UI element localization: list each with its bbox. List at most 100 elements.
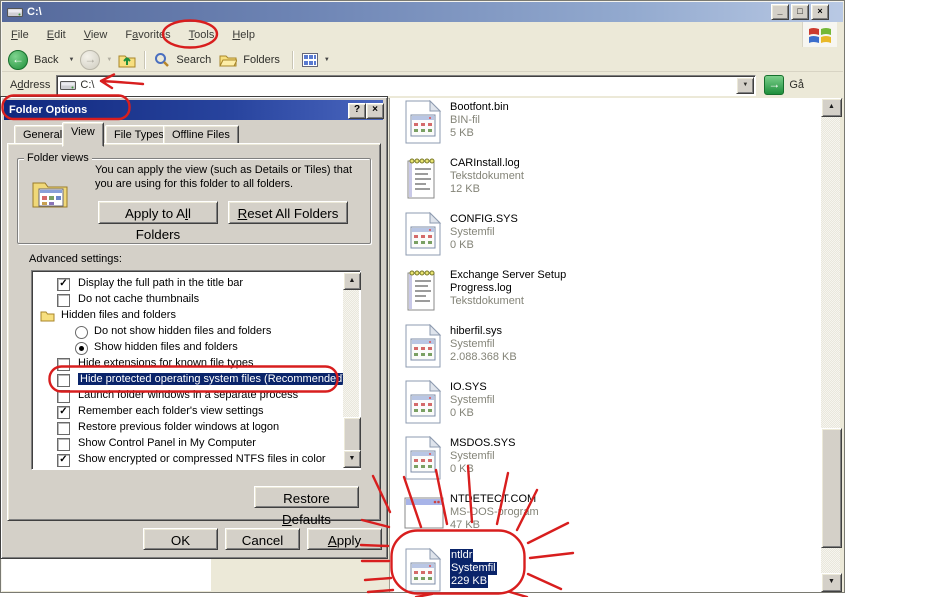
file-meta: 0 KB bbox=[450, 463, 515, 476]
apply-button[interactable]: Apply bbox=[307, 528, 382, 550]
back-dropdown-icon[interactable]: ▼ bbox=[68, 57, 74, 63]
scroll-down-icon[interactable]: ▼ bbox=[343, 450, 361, 468]
file-item-exchange-server-setup-progress-log[interactable]: Exchange Server Setup Progress.logTekstd… bbox=[390, 268, 810, 322]
advanced-item-label: Do not show hidden files and folders bbox=[94, 325, 271, 337]
advanced-item-display-the-full-path-in-the-title-bar[interactable]: ✓Display the full path in the title bar bbox=[33, 276, 343, 292]
cancel-button[interactable]: Cancel bbox=[225, 528, 300, 550]
checkbox-checked-icon[interactable]: ✓ bbox=[57, 406, 70, 419]
scroll-down-icon[interactable]: ▼ bbox=[821, 573, 842, 592]
scrollbar-vertical[interactable]: ▲ ▼ bbox=[821, 98, 840, 592]
advanced-item-hidden-files-and-folders[interactable]: Hidden files and folders bbox=[33, 308, 343, 324]
advanced-settings-items: ✓Display the full path in the title barD… bbox=[33, 272, 343, 468]
file-item-carinstall-log[interactable]: CARInstall.logTekstdokument12 KB bbox=[390, 156, 810, 210]
maximize-icon[interactable]: □ bbox=[791, 4, 809, 20]
checkbox-icon[interactable] bbox=[57, 358, 70, 371]
checkbox-checked-icon[interactable]: ✓ bbox=[57, 454, 70, 467]
folders-icon[interactable] bbox=[219, 53, 237, 67]
scroll-up-icon[interactable]: ▲ bbox=[821, 98, 842, 117]
checkbox-icon[interactable] bbox=[57, 438, 70, 451]
close-icon[interactable]: × bbox=[366, 103, 384, 119]
file-name: Exchange Server Setup Progress.log bbox=[450, 269, 608, 295]
file-item-bootfont-bin[interactable]: Bootfont.binBIN-fil5 KB bbox=[390, 100, 810, 154]
checkbox-icon[interactable] bbox=[57, 294, 70, 307]
advanced-settings-list: ✓Display the full path in the title barD… bbox=[31, 270, 361, 470]
views-icon[interactable] bbox=[302, 53, 318, 67]
file-name: CONFIG.SYS bbox=[450, 213, 518, 226]
file-name: IO.SYS bbox=[450, 381, 495, 394]
checkbox-checked-icon[interactable]: ✓ bbox=[57, 278, 70, 291]
file-name: ntldr bbox=[450, 549, 497, 562]
advanced-item-label: Do not cache thumbnails bbox=[78, 293, 199, 305]
checkbox-icon[interactable] bbox=[57, 390, 70, 403]
file-item-text: MSDOS.SYSSystemfil0 KB bbox=[450, 437, 515, 476]
file-meta: BIN-fil bbox=[450, 114, 509, 127]
reset-all-folders-button[interactable]: Reset All Folders bbox=[228, 201, 348, 224]
advanced-item-hide-extensions-for-known-file-types[interactable]: Hide extensions for known file types bbox=[33, 356, 343, 372]
file-item-io-sys[interactable]: IO.SYSSystemfil0 KB bbox=[390, 380, 810, 434]
forward-button[interactable]: → bbox=[80, 50, 100, 70]
menu-item-help[interactable]: Help bbox=[223, 26, 264, 44]
advanced-item-remember-each-folder-s-view-settings[interactable]: ✓Remember each folder's view settings bbox=[33, 404, 343, 420]
advanced-item-show-control-panel-in-my-computer[interactable]: Show Control Panel in My Computer bbox=[33, 436, 343, 452]
file-item-ntldr[interactable]: ntldrSystemfil229 KB bbox=[390, 548, 810, 602]
advanced-item-label: Hide protected operating system files (R… bbox=[78, 373, 348, 385]
radio-selected-icon[interactable] bbox=[75, 342, 88, 355]
apply-to-all-folders-button[interactable]: Apply to All Folders bbox=[98, 201, 218, 224]
selection-highlight: Systemfil bbox=[450, 562, 497, 575]
tab-view[interactable]: View bbox=[62, 122, 104, 147]
file-icon-system bbox=[404, 212, 442, 259]
address-bar: Address C:\ ▼ → Gå bbox=[2, 72, 843, 99]
file-item-text: CARInstall.logTekstdokument12 KB bbox=[450, 157, 524, 196]
views-dropdown-icon[interactable]: ▼ bbox=[324, 57, 330, 63]
forward-dropdown-icon[interactable]: ▼ bbox=[106, 57, 112, 63]
file-icon-system bbox=[404, 548, 442, 595]
checkbox-icon[interactable] bbox=[57, 422, 70, 435]
folders-label[interactable]: Folders bbox=[243, 54, 280, 66]
advanced-item-show-encrypted-or-compressed-ntfs-files-[interactable]: ✓Show encrypted or compressed NTFS files… bbox=[33, 452, 343, 468]
checkbox-icon[interactable] bbox=[57, 374, 70, 387]
advanced-item-do-not-cache-thumbnails[interactable]: Do not cache thumbnails bbox=[33, 292, 343, 308]
radio-icon[interactable] bbox=[75, 326, 88, 339]
close-icon[interactable]: × bbox=[811, 4, 829, 20]
list-scrollbar[interactable]: ▲ ▼ bbox=[343, 272, 359, 468]
file-item-config-sys[interactable]: CONFIG.SYSSystemfil0 KB bbox=[390, 212, 810, 266]
file-name: Bootfont.bin bbox=[450, 101, 509, 114]
search-label[interactable]: Search bbox=[176, 54, 211, 66]
file-item-hiberfil-sys[interactable]: hiberfil.sysSystemfil2.088.368 KB bbox=[390, 324, 810, 378]
go-button[interactable]: → bbox=[764, 75, 784, 95]
menu-item-file[interactable]: File bbox=[2, 26, 38, 44]
up-button[interactable] bbox=[118, 52, 136, 68]
back-label[interactable]: Back bbox=[34, 54, 58, 66]
go-label[interactable]: Gå bbox=[789, 79, 804, 91]
file-meta: Systemfil bbox=[450, 562, 497, 575]
file-icon-notepad bbox=[404, 156, 438, 203]
scrollbar-thumb[interactable] bbox=[821, 428, 842, 548]
menu-item-edit[interactable]: Edit bbox=[38, 26, 75, 44]
advanced-item-launch-folder-windows-in-a-separate-proc[interactable]: Launch folder windows in a separate proc… bbox=[33, 388, 343, 404]
scroll-up-icon[interactable]: ▲ bbox=[343, 272, 361, 290]
menu-item-view[interactable]: View bbox=[75, 26, 117, 44]
file-meta: Systemfil bbox=[450, 338, 517, 351]
menu-item-favorites[interactable]: Favorites bbox=[116, 26, 179, 44]
menu-item-tools[interactable]: Tools bbox=[180, 26, 224, 44]
advanced-item-restore-previous-folder-windows-at-logon[interactable]: Restore previous folder windows at logon bbox=[33, 420, 343, 436]
file-item-msdos-sys[interactable]: MSDOS.SYSSystemfil0 KB bbox=[390, 436, 810, 490]
advanced-item-show-hidden-files-and-folders[interactable]: Show hidden files and folders bbox=[33, 340, 343, 356]
ok-button[interactable]: OK bbox=[143, 528, 218, 550]
search-icon[interactable] bbox=[154, 52, 170, 68]
advanced-item-do-not-show-hidden-files-and-folders[interactable]: Do not show hidden files and folders bbox=[33, 324, 343, 340]
back-button[interactable]: ← bbox=[8, 50, 28, 70]
help-icon[interactable]: ? bbox=[348, 103, 366, 119]
restore-defaults-button[interactable]: Restore Defaults bbox=[254, 486, 359, 508]
address-dropdown-icon[interactable]: ▼ bbox=[736, 77, 754, 94]
minimize-icon[interactable]: _ bbox=[771, 4, 789, 20]
file-item-text: Exchange Server Setup Progress.logTekstd… bbox=[450, 269, 608, 308]
scrollbar-thumb[interactable] bbox=[343, 417, 361, 453]
dialog-title: Folder Options bbox=[9, 104, 87, 116]
address-input[interactable]: C:\ ▼ bbox=[56, 75, 756, 96]
folder-views-description: You can apply the view (such as Details … bbox=[95, 163, 365, 191]
advanced-item-hide-protected-operating-system-files-re[interactable]: Hide protected operating system files (R… bbox=[33, 372, 343, 388]
file-name: CARInstall.log bbox=[450, 157, 524, 170]
file-item-ntdetect-com[interactable]: NTDETECT.COMMS-DOS-program47 KB bbox=[390, 492, 810, 546]
file-icon-msdos bbox=[404, 496, 444, 533]
